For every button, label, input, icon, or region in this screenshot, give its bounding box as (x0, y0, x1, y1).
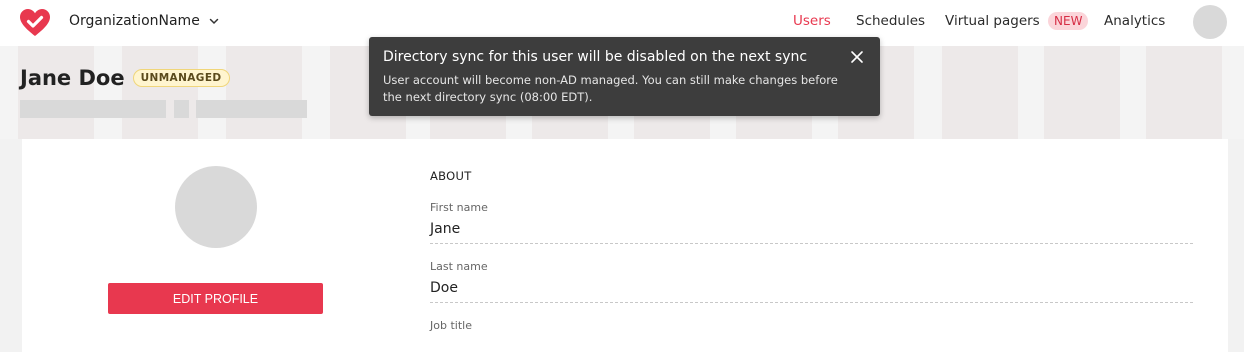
last-name-label: Last name (430, 260, 488, 273)
placeholder-bar (196, 100, 307, 118)
placeholder-bar (20, 100, 166, 118)
nav-analytics[interactable]: Analytics (1104, 13, 1165, 29)
about-section-title: ABOUT (430, 169, 472, 183)
user-menu-avatar[interactable] (1193, 5, 1227, 39)
job-title-value (430, 338, 1193, 344)
status-badge: UNMANAGED (132, 69, 230, 87)
new-badge: NEW (1048, 12, 1089, 30)
heart-check-icon[interactable] (20, 9, 50, 37)
edit-profile-button[interactable]: EDIT PROFILE (108, 283, 323, 314)
profile-avatar (175, 166, 257, 248)
nav-virtual-pagers-label: Virtual pagers (945, 13, 1040, 29)
profile-card: EDIT PROFILE ABOUT First name Jane Last … (22, 139, 1228, 352)
chevron-down-icon (209, 18, 219, 25)
toast-message: User account will become non-AD managed.… (383, 73, 838, 104)
nav-virtual-pagers[interactable]: Virtual pagers NEW (945, 12, 1089, 30)
nav-schedules[interactable]: Schedules (856, 13, 925, 29)
header-decoration (226, 46, 302, 139)
job-title-label: Job title (430, 319, 472, 332)
placeholder-bar (174, 100, 189, 118)
nav-users[interactable]: Users (793, 13, 831, 29)
header-decoration (942, 46, 1018, 139)
sync-warning-toast: Directory sync for this user will be dis… (369, 37, 880, 116)
toast-title: Directory sync for this user will be dis… (383, 49, 808, 65)
header-decoration (1146, 46, 1222, 139)
first-name-label: First name (430, 201, 488, 214)
header-decoration (122, 46, 198, 139)
profile-heading: Jane Doe UNMANAGED (20, 66, 230, 90)
header-decoration (18, 46, 94, 139)
header-decoration (1044, 46, 1120, 139)
org-switcher[interactable]: OrganizationName (69, 13, 220, 29)
org-name: OrganizationName (69, 13, 200, 29)
first-name-value: Jane (430, 221, 1193, 244)
last-name-value: Doe (430, 280, 1193, 303)
close-icon[interactable] (850, 50, 864, 64)
user-full-name: Jane Doe (20, 66, 125, 90)
